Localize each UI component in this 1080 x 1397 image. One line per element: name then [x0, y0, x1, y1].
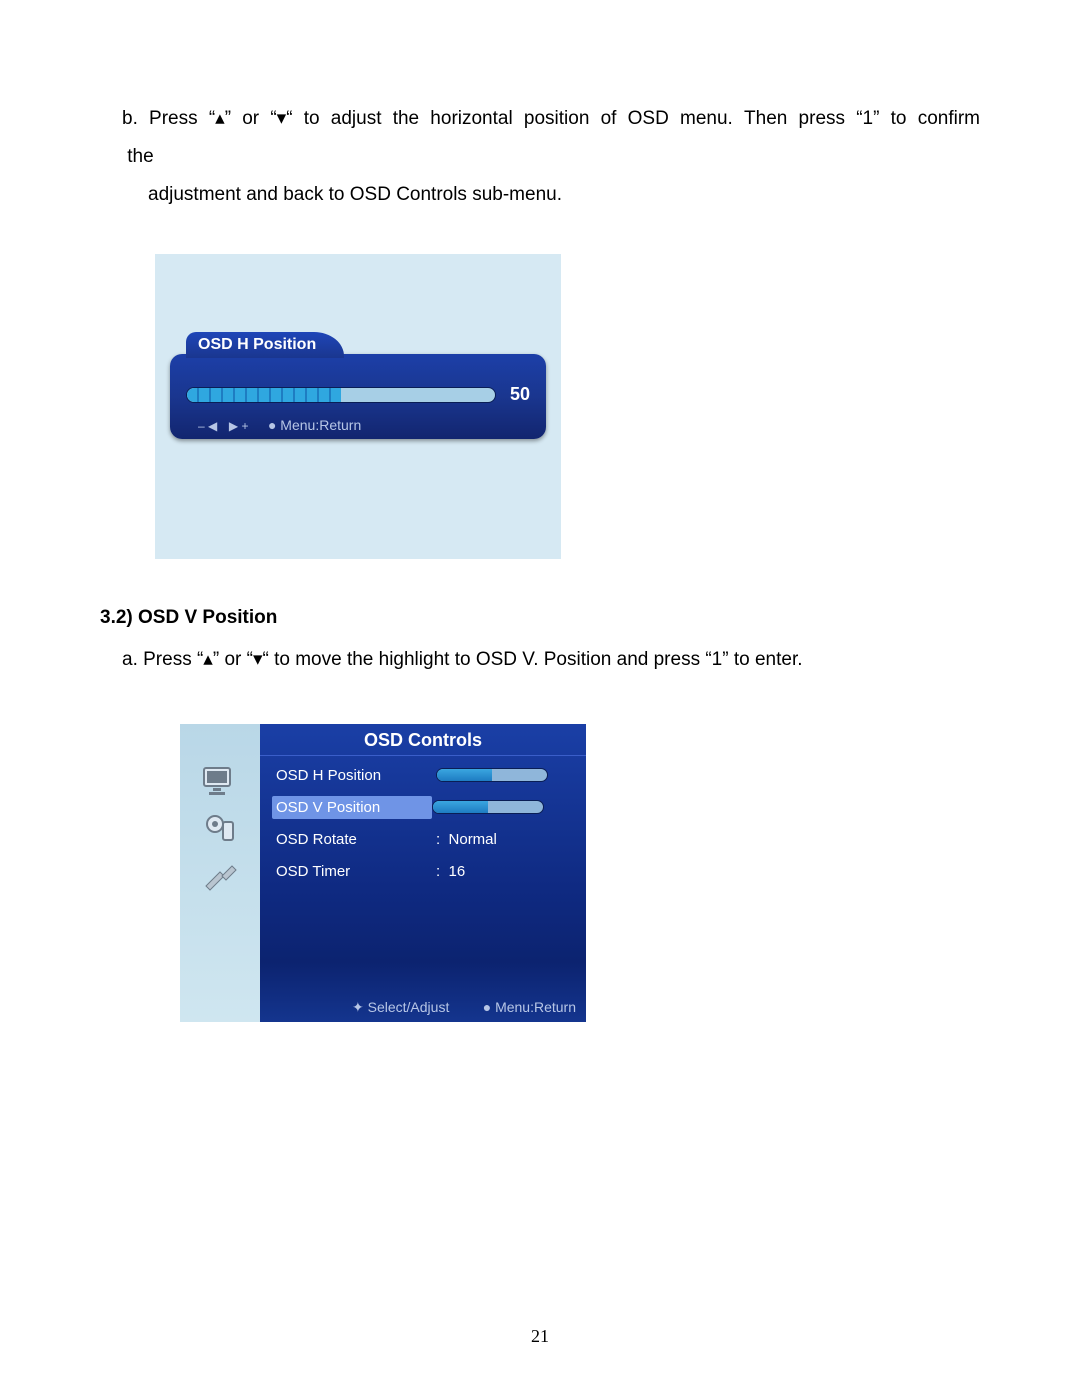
- footer-select-adjust: ✦ Select/Adjust: [352, 999, 449, 1016]
- osd-h-slider-fill: [187, 388, 341, 402]
- mini-slider: [432, 800, 544, 814]
- figure-osd-controls-menu: OSD Controls OSD H Position OSD V Positi…: [180, 724, 586, 1022]
- menu-row-osd-timer[interactable]: OSD Timer : 16: [272, 855, 574, 887]
- menu-row-osd-h[interactable]: OSD H Position: [272, 759, 574, 791]
- hint-menu-return: ● Menu:Return: [268, 417, 361, 433]
- tools-icon: [198, 858, 242, 896]
- menu-label: OSD Timer: [272, 863, 436, 880]
- menu-value-text: Normal: [449, 831, 497, 848]
- menu-row-osd-v[interactable]: OSD V Position: [272, 791, 574, 823]
- osd-menu-footer: ✦ Select/Adjust ● Menu:Return: [352, 999, 576, 1016]
- osd-menu-panel: OSD Controls OSD H Position OSD V Positi…: [260, 724, 586, 1022]
- paragraph-a: a. Press “▴” or “▾“ to move the highligh…: [122, 641, 980, 679]
- osd-h-panel: OSD H Position 50 – ◀ ▶ + ● Menu:Return: [170, 354, 546, 439]
- hint-plus: ▶ +: [229, 419, 249, 433]
- menu-row-osd-rotate[interactable]: OSD Rotate : Normal: [272, 823, 574, 855]
- document-page: b. Press “▴” or “▾“ to adjust the horizo…: [0, 0, 1080, 1397]
- osd-h-hints: – ◀ ▶ + ● Menu:Return: [198, 417, 361, 433]
- osd-menu-sidebar: [180, 724, 260, 1022]
- menu-value: [432, 800, 574, 814]
- menu-label: OSD Rotate: [272, 831, 436, 848]
- osd-h-tab-label: OSD H Position: [198, 336, 316, 353]
- mini-slider: [436, 768, 548, 782]
- menu-value: : 16: [436, 863, 574, 880]
- footer-menu-return: ● Menu:Return: [483, 999, 576, 1016]
- osd-h-value: 50: [510, 384, 530, 405]
- figure-osd-h-position: OSD H Position 50 – ◀ ▶ + ● Menu:Return: [155, 254, 561, 559]
- osd-h-slider[interactable]: [186, 387, 496, 403]
- osd-menu-title: OSD Controls: [260, 724, 586, 756]
- menu-value-text: 16: [449, 863, 466, 880]
- hint-minus: – ◀: [198, 419, 217, 433]
- menu-value: : Normal: [436, 831, 574, 848]
- menu-label: OSD H Position: [272, 767, 436, 784]
- menu-value: [436, 768, 574, 782]
- para-b-line2: adjustment and back to OSD Controls sub-…: [148, 176, 980, 214]
- menu-label-highlight: OSD V Position: [272, 796, 432, 819]
- monitor-icon: [198, 762, 242, 800]
- osd-menu-rows: OSD H Position OSD V Position OSD Rotate…: [260, 756, 586, 887]
- speaker-icon: [198, 810, 242, 848]
- osd-h-tab: OSD H Position: [186, 332, 344, 358]
- page-number: 21: [0, 1326, 1080, 1347]
- para-b-line1: b. Press “▴” or “▾“ to adjust the horizo…: [122, 108, 980, 167]
- paragraph-b: b. Press “▴” or “▾“ to adjust the horizo…: [122, 100, 980, 214]
- osd-h-slider-row: 50: [186, 384, 530, 405]
- heading-3-2: 3.2) OSD V Position: [100, 607, 980, 629]
